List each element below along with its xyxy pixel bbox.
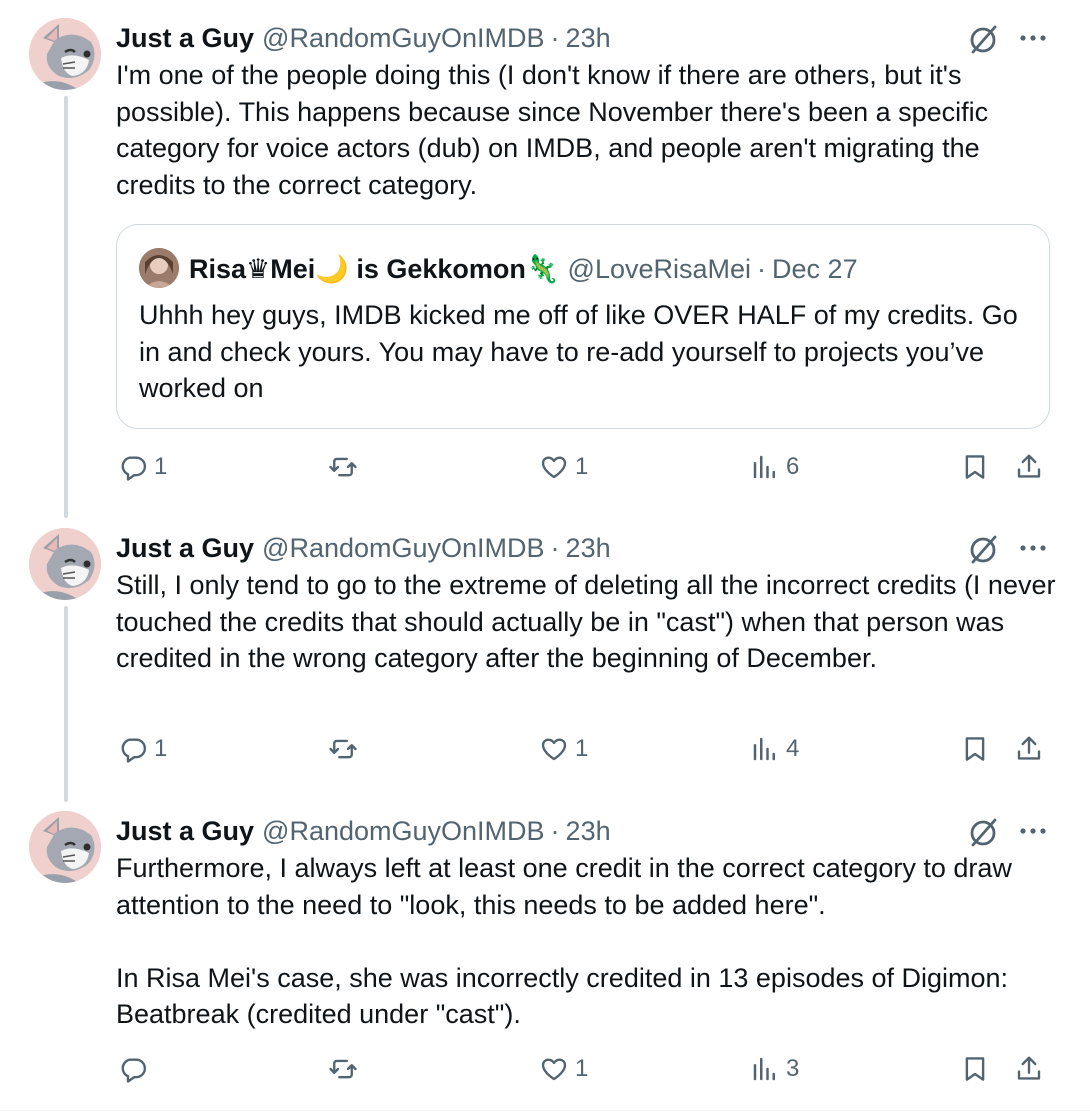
retweet-icon (329, 1059, 357, 1079)
views-button[interactable]: 3 (750, 1047, 799, 1091)
separator-dot: · (757, 253, 767, 284)
action-bar: 1 1 4 (116, 727, 1056, 771)
more-dots-icon[interactable] (1016, 530, 1050, 564)
heart-icon (541, 456, 567, 479)
quoted-avatar (139, 248, 179, 288)
share-button[interactable] (1014, 727, 1044, 771)
views-bar-chart-icon (753, 455, 775, 479)
views-bar-chart-icon (753, 737, 775, 761)
reply-button[interactable]: 1 (118, 445, 167, 489)
avatar[interactable] (29, 811, 101, 883)
reply-count: 1 (154, 453, 168, 480)
reply-icon (121, 456, 147, 481)
heart-icon (541, 738, 567, 761)
tweet-paragraph: In Risa Mei's case, she was incorrectly … (116, 962, 1009, 1030)
tweet-header: Just a Guy @RandomGuyOnIMDB · 23h (116, 18, 611, 58)
bookmark-icon (965, 1057, 985, 1081)
action-bar: 1 3 (116, 1047, 1056, 1091)
reply-icon (121, 1058, 147, 1083)
bookmark-button[interactable] (960, 727, 990, 771)
tweet-header: Just a Guy @RandomGuyOnIMDB · 23h (116, 811, 611, 851)
retweet-icon (329, 739, 357, 759)
quoted-tweet[interactable]: Risa♛Mei🌙 is Gekkomon🦎 @LoveRisaMei · De… (116, 224, 1050, 429)
bookmark-icon (965, 737, 985, 761)
quoted-author-name: Risa♛Mei🌙 is Gekkomon🦎 (189, 254, 560, 284)
reply-icon (121, 738, 147, 763)
grok-icon[interactable] (967, 532, 1001, 566)
like-button[interactable]: 1 (539, 445, 588, 489)
view-count: 3 (786, 1055, 800, 1082)
views-button[interactable]: 4 (750, 727, 799, 771)
quoted-text: Uhhh hey guys, IMDB kicked me off of lik… (139, 300, 1018, 403)
tweet-paragraph: I'm one of the people doing this (I don'… (116, 60, 989, 200)
quoted-header: Risa♛Mei🌙 is Gekkomon🦎 @LoveRisaMei · De… (189, 249, 858, 289)
bookmark-icon (965, 455, 985, 479)
quoted-author-handle: @LoveRisaMei (567, 253, 752, 284)
retweet-icon (329, 457, 357, 477)
reply-count: 1 (154, 735, 168, 762)
tweet-paragraph: Furthermore, I always left at least one … (116, 853, 1012, 920)
share-button[interactable] (1014, 1047, 1044, 1091)
timestamp[interactable]: 23h (566, 533, 611, 564)
bookmark-button[interactable] (960, 1047, 990, 1091)
tweet[interactable]: Just a Guy @RandomGuyOnIMDB · 23h I'm on… (0, 0, 1090, 510)
views-bar-chart-icon (753, 1057, 775, 1081)
like-count: 1 (575, 1055, 589, 1082)
action-bar: 1 1 6 (116, 445, 1056, 489)
view-count: 6 (786, 453, 800, 480)
tweet-text: Still, I only tend to go to the extreme … (116, 567, 1066, 677)
tweet-paragraph: Still, I only tend to go to the extreme … (116, 570, 1056, 673)
tweet[interactable]: Just a Guy @RandomGuyOnIMDB · 23h Still,… (0, 510, 1090, 793)
more-dots-icon[interactable] (1016, 813, 1050, 847)
heart-icon (541, 1058, 567, 1081)
reply-button[interactable]: 1 (118, 727, 167, 771)
quoted-timestamp: Dec 27 (772, 253, 858, 284)
views-button[interactable]: 6 (750, 445, 799, 489)
author-handle[interactable]: @RandomGuyOnIMDB (262, 23, 545, 54)
retweet-button[interactable] (328, 727, 364, 771)
more-dots-icon[interactable] (1016, 20, 1050, 54)
tweet-text: I'm one of the people doing this (I don'… (116, 57, 1066, 203)
bookmark-button[interactable] (960, 445, 990, 489)
tweet-text: Furthermore, I always left at least one … (116, 850, 1066, 1033)
avatar[interactable] (29, 528, 101, 600)
grok-icon[interactable] (967, 22, 1001, 56)
share-icon (1017, 454, 1041, 478)
retweet-button[interactable] (328, 445, 364, 489)
reply-button[interactable] (118, 1047, 154, 1091)
timestamp[interactable]: 23h (566, 816, 611, 847)
like-count: 1 (575, 735, 589, 762)
avatar[interactable] (29, 18, 101, 90)
like-button[interactable]: 1 (539, 727, 588, 771)
author-name[interactable]: Just a Guy (116, 816, 254, 847)
share-button[interactable] (1014, 445, 1044, 489)
timestamp[interactable]: 23h (566, 23, 611, 54)
share-icon (1017, 1056, 1041, 1080)
author-name[interactable]: Just a Guy (116, 533, 254, 564)
grok-icon[interactable] (967, 815, 1001, 849)
like-count: 1 (575, 453, 589, 480)
tweet[interactable]: Just a Guy @RandomGuyOnIMDB · 23h Furthe… (0, 793, 1090, 1117)
share-icon (1017, 736, 1041, 760)
like-button[interactable]: 1 (539, 1047, 588, 1091)
separator-dot: · (550, 22, 560, 53)
separator-dot: · (550, 532, 560, 563)
view-count: 4 (786, 735, 800, 762)
tweet-header: Just a Guy @RandomGuyOnIMDB · 23h (116, 528, 611, 568)
separator-dot: · (550, 815, 560, 846)
author-handle[interactable]: @RandomGuyOnIMDB (262, 533, 545, 564)
retweet-button[interactable] (328, 1047, 364, 1091)
author-handle[interactable]: @RandomGuyOnIMDB (262, 816, 545, 847)
divider (0, 1110, 1090, 1111)
author-name[interactable]: Just a Guy (116, 23, 254, 54)
